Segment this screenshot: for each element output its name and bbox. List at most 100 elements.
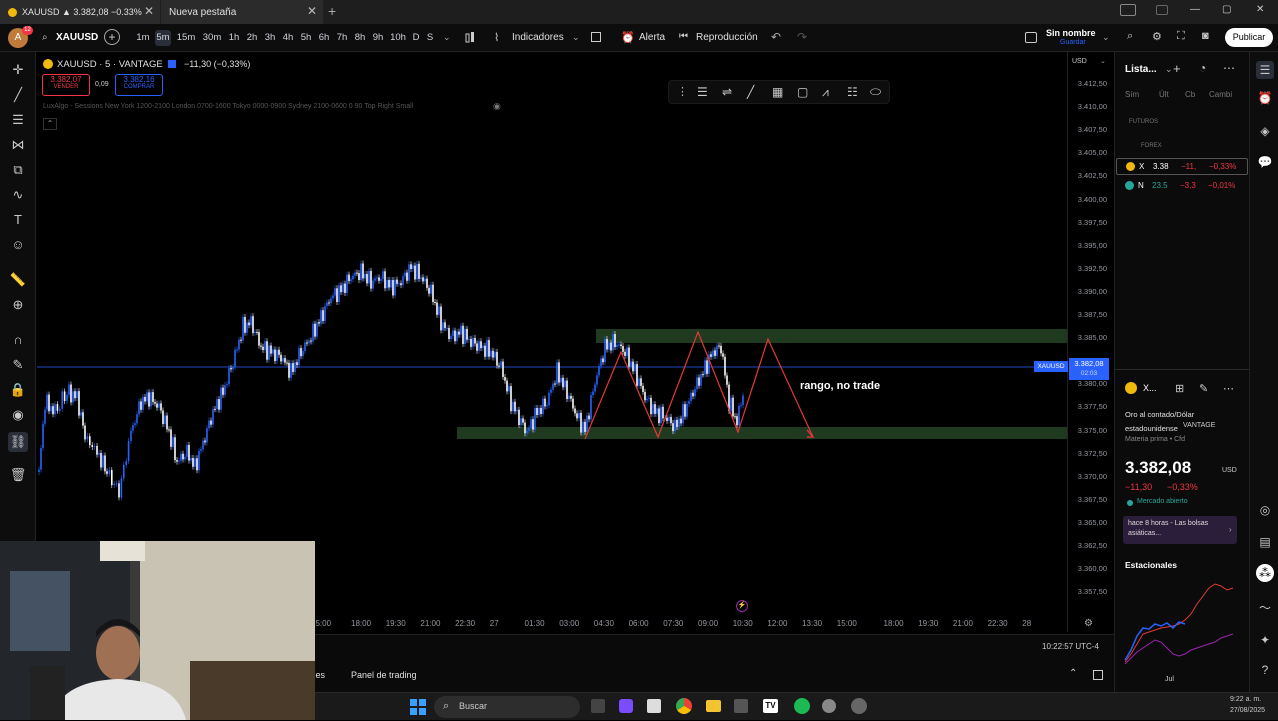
news-card[interactable]: hace 8 horas - Las bolsas asiáticas... — [1123, 516, 1237, 544]
section-futures[interactable]: FUTUROS — [1129, 119, 1158, 125]
time-axis[interactable]: 15:00 18:00 19:30 21:00 22:30 27 01:30 03:00 04:… — [311, 614, 1067, 634]
magnet-icon[interactable]: ∩ — [8, 330, 28, 350]
gear-icon[interactable]: ⚙ — [1084, 618, 1093, 629]
col-pct[interactable]: Cambi — [1209, 90, 1232, 99]
eye-icon[interactable]: ◉ — [493, 101, 501, 112]
timeframe-S[interactable]: S — [426, 30, 434, 46]
timeframe-4h[interactable]: 4h — [281, 30, 295, 46]
brush-icon[interactable]: ∿ — [8, 185, 28, 205]
timeframe-10h[interactable]: 10h — [389, 30, 407, 46]
col-symbol[interactable]: Sím — [1125, 90, 1139, 99]
support-zone[interactable] — [457, 427, 1067, 439]
buy-button[interactable]: 3.382,16 COMPRAR — [115, 74, 163, 96]
search-icon[interactable]: ⌕ — [42, 32, 48, 43]
detail-symbol[interactable]: X... — [1143, 383, 1157, 393]
currency-label[interactable]: USD — [1072, 58, 1087, 65]
publish-button[interactable]: Publicar — [1225, 28, 1273, 47]
calendar-icon[interactable]: ▤ — [1256, 533, 1274, 551]
seasonal-title[interactable]: Estacionales — [1125, 560, 1177, 570]
list-item[interactable]: N 23.5 −3,3 −0,01% — [1116, 178, 1248, 195]
chevron-down-icon[interactable]: ⌄ — [1165, 64, 1173, 75]
trash-icon[interactable]: 🗑 — [8, 465, 28, 485]
layout-grid-icon[interactable] — [591, 32, 601, 42]
collapse-legend-icon[interactable]: ⌃ — [43, 118, 57, 130]
pencil-lock-icon[interactable]: ✎ — [8, 355, 28, 375]
ellipse-icon[interactable]: ⬭ — [870, 84, 881, 100]
link-icon[interactable]: ⛓ — [8, 432, 28, 452]
minimize-button[interactable]: — — [1190, 4, 1200, 15]
taskbar-date[interactable]: 27/08/2025 — [1230, 707, 1265, 714]
alert-button[interactable]: Alerta — [639, 32, 665, 43]
event-marker-icon[interactable]: ⚡ — [736, 600, 748, 612]
target-icon[interactable]: ◎ — [1256, 501, 1274, 519]
taskbar-time[interactable]: 9:22 a. m. — [1230, 696, 1261, 703]
spotify-icon[interactable] — [794, 698, 810, 714]
fib-icon[interactable]: ☰ — [8, 110, 28, 130]
app-icon[interactable] — [851, 698, 867, 714]
undo-icon[interactable]: ↶ — [771, 30, 781, 44]
copilot-icon[interactable] — [619, 699, 633, 713]
timeframe-15m[interactable]: 15m — [175, 30, 197, 46]
path-icon[interactable]: ⩘ — [822, 85, 829, 100]
signal-icon[interactable]: 〜 — [1256, 599, 1274, 617]
close-tab-icon[interactable]: ✕ — [307, 4, 317, 18]
bulb-icon[interactable]: ✦ — [1256, 631, 1274, 649]
quick-search-icon[interactable]: ⌕ — [1127, 30, 1133, 43]
drag-handle-icon[interactable]: ⋮ — [677, 85, 688, 98]
rectangle-icon[interactable]: ▢ — [797, 85, 808, 99]
settings-app-icon[interactable] — [822, 699, 836, 713]
lines-icon[interactable]: ☰ — [697, 85, 708, 99]
col-change[interactable]: Cb — [1185, 90, 1195, 99]
ruler-icon[interactable]: 📏 — [8, 270, 28, 290]
settings-icon[interactable]: ⚙ — [1152, 30, 1162, 43]
forecast-icon[interactable]: ⧉ — [8, 160, 28, 180]
timeframe-30m[interactable]: 30m — [201, 30, 223, 46]
crosshair-icon[interactable]: ✛ — [8, 60, 28, 80]
tradingview-icon[interactable]: TV — [763, 699, 778, 713]
forecast-icon[interactable]: ☷ — [847, 85, 858, 99]
tab-new[interactable]: Nueva pestaña ✕ — [161, 0, 323, 24]
chart-annotation[interactable]: rango, no trade — [800, 380, 880, 392]
new-tab-button[interactable]: + — [328, 3, 336, 19]
chart-legend-title[interactable]: XAUUSD · 5 · VANTAGE — [57, 59, 163, 70]
timeframe-8h[interactable]: 8h — [353, 30, 367, 46]
symbol-search[interactable]: XAUUSD — [56, 32, 98, 43]
timeframe-9h[interactable]: 9h — [371, 30, 385, 46]
help-icon[interactable]: ? — [1256, 661, 1274, 679]
maximize-panel-icon[interactable] — [1093, 670, 1103, 680]
alerts-icon[interactable]: ⏰ — [1256, 89, 1274, 107]
lock-icon[interactable]: 🔒 — [8, 380, 28, 400]
taskbar-search[interactable]: ⌕ Buscar — [434, 696, 580, 718]
candle-type-icon[interactable] — [464, 31, 476, 45]
more-icon[interactable]: ⋯ — [1223, 61, 1235, 75]
timeframe-6h[interactable]: 6h — [317, 30, 331, 46]
add-symbol-icon[interactable]: + — [1173, 61, 1181, 76]
eye-icon[interactable]: ◉ — [8, 405, 28, 425]
minimize-extra-icon[interactable] — [1156, 5, 1168, 15]
task-view-icon[interactable] — [591, 699, 605, 713]
timeframe-1h[interactable]: 1h — [227, 30, 241, 46]
edit-icon[interactable]: ✎ — [1199, 382, 1208, 395]
grid-icon[interactable]: ▦ — [772, 85, 783, 99]
save-layout[interactable]: Guardar — [1060, 39, 1086, 46]
store-icon[interactable] — [647, 699, 661, 713]
channel-icon[interactable]: ⇌ — [722, 85, 732, 99]
windows-start-icon[interactable] — [409, 698, 427, 716]
watchlist-icon[interactable]: ☰ — [1256, 61, 1274, 79]
timeframe-1m[interactable]: 1m — [135, 30, 151, 46]
grid-icon[interactable]: ⊞ — [1175, 382, 1184, 395]
folder-icon[interactable] — [706, 700, 721, 712]
timeframe-2h[interactable]: 2h — [245, 30, 259, 46]
layers-icon[interactable]: ◈ — [1256, 122, 1274, 140]
list-item[interactable]: X 3.38 −11, −0,33% — [1116, 158, 1248, 175]
chrome-icon[interactable] — [676, 698, 692, 714]
pattern-icon[interactable]: ⋈ — [8, 135, 28, 155]
chat-icon[interactable]: 💬 — [1256, 153, 1274, 171]
chevron-down-icon[interactable]: ⌄ — [572, 32, 580, 43]
layouts-icon[interactable]: ◔ — [1199, 61, 1206, 75]
camera-icon[interactable]: ◙ — [1202, 30, 1209, 42]
emoji-icon[interactable]: ☺ — [8, 235, 28, 255]
add-symbol-button[interactable]: + — [104, 29, 120, 45]
screen-share-icon[interactable] — [1120, 4, 1136, 16]
timeframe-5h[interactable]: 5h — [299, 30, 313, 46]
